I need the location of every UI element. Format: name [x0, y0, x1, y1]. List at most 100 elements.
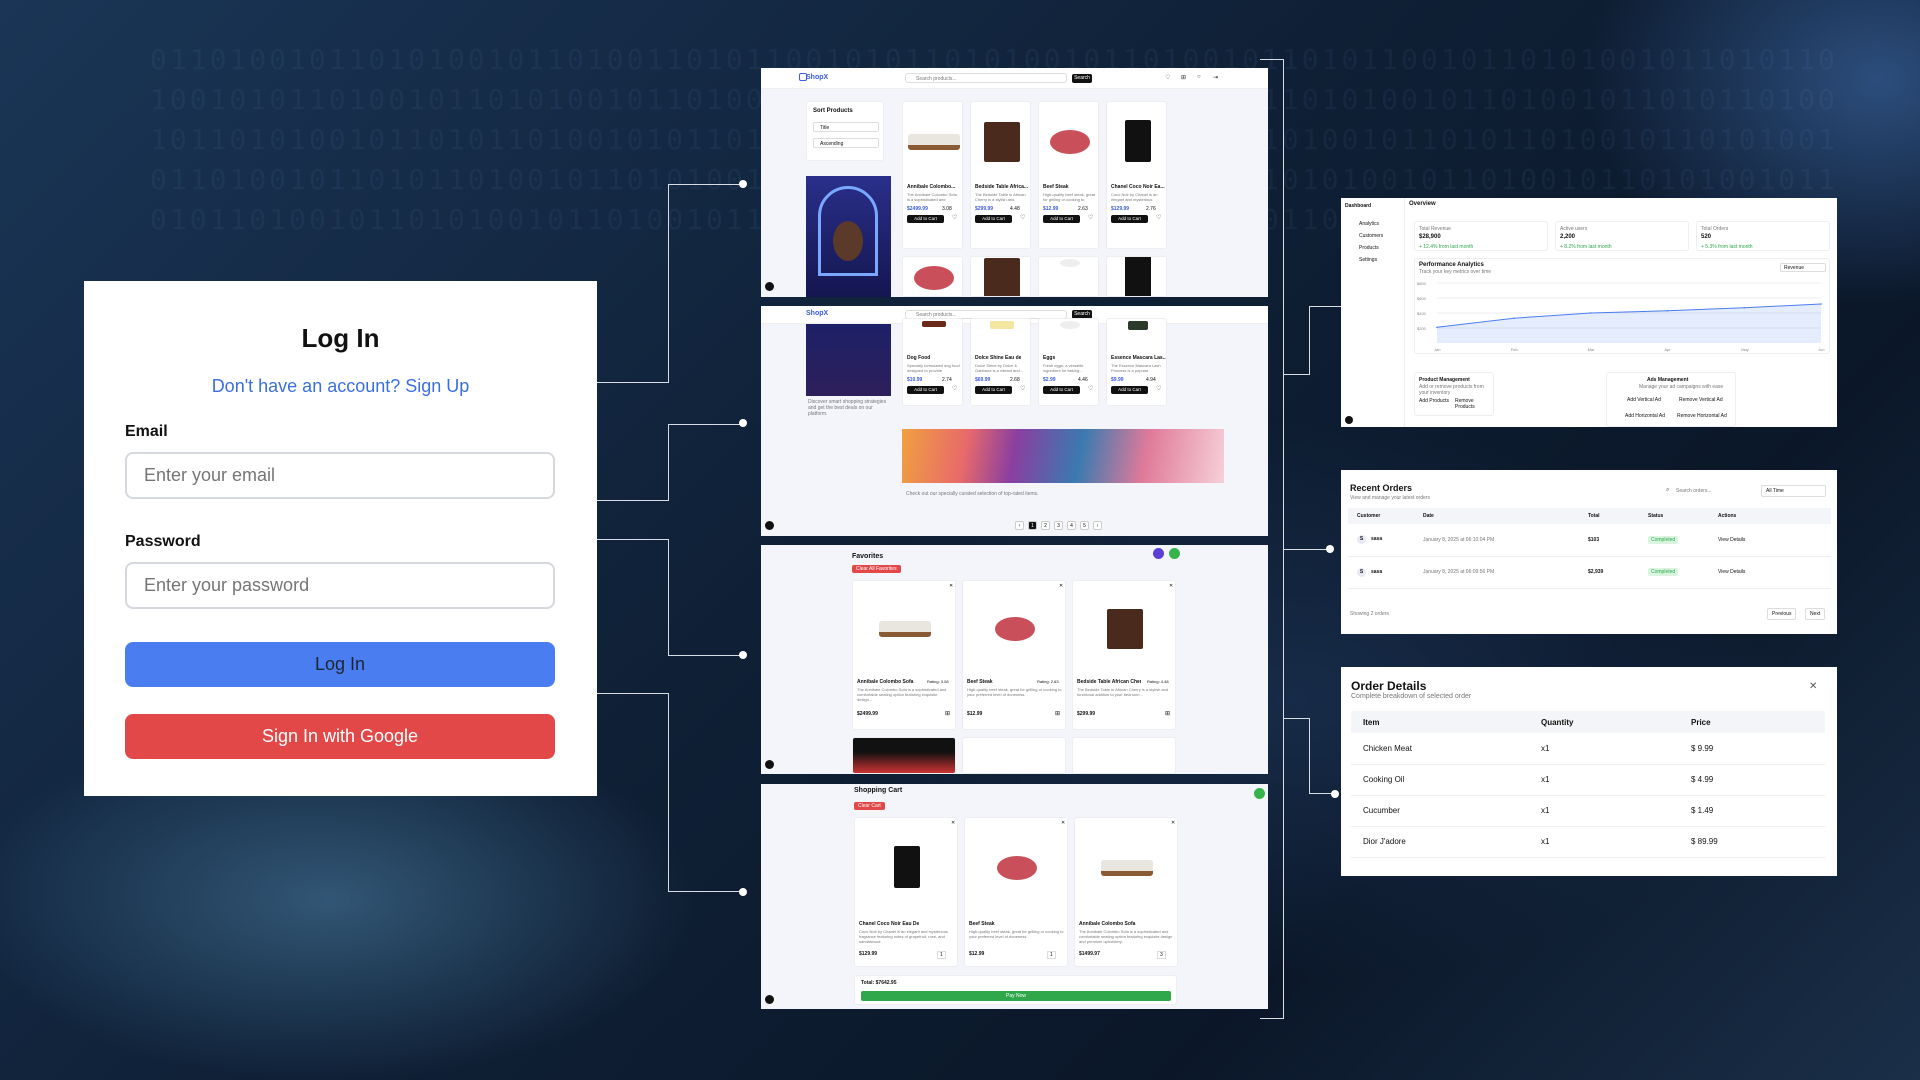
shop-brand[interactable]: ShopX: [806, 74, 828, 81]
close-icon[interactable]: ✕: [1809, 681, 1817, 692]
remove-favorite-icon[interactable]: ✕: [949, 583, 953, 589]
remove-favorite-icon[interactable]: ✕: [1059, 583, 1063, 589]
favorite-heart-icon[interactable]: ♡: [1020, 385, 1025, 392]
next-button[interactable]: Next: [1805, 608, 1826, 620]
user-icon[interactable]: ○: [1197, 74, 1201, 80]
add-to-cart-button[interactable]: Add to Cart: [1111, 215, 1148, 223]
add-to-cart-button[interactable]: Add to Cart: [907, 215, 944, 223]
favorite-heart-icon[interactable]: ♡: [1088, 214, 1093, 221]
page-3-button[interactable]: 3: [1054, 521, 1063, 530]
add-to-cart-button[interactable]: Add to Cart: [1043, 386, 1080, 394]
orders-title: Recent Orders: [1350, 483, 1413, 493]
cart-item-qty[interactable]: 3: [1157, 951, 1166, 959]
remove-products-button[interactable]: Remove Products: [1455, 398, 1493, 410]
add-vertical-ad-button[interactable]: Add Vertical Ad: [1627, 397, 1661, 403]
cart-item-desc: High-quality beef steak, great for grill…: [969, 929, 1064, 939]
remove-item-icon[interactable]: ✕: [1171, 820, 1175, 826]
remove-item-icon[interactable]: ✕: [951, 820, 955, 826]
cart-item-qty[interactable]: 1: [1047, 951, 1056, 959]
favorite-card[interactable]: ✕ Beef Steak Rating: 2.63 High-quality beef…: [962, 580, 1066, 730]
product-name: Annibale Colombo...: [907, 184, 956, 190]
remove-item-icon[interactable]: ✕: [1061, 820, 1065, 826]
col-customer: Customer: [1357, 513, 1381, 519]
shop-search-button[interactable]: Search: [1072, 74, 1092, 83]
customer-name: sasa: [1371, 568, 1383, 575]
shop-brand-2[interactable]: ShopX: [806, 310, 828, 317]
remove-vertical-ad-button[interactable]: Remove Vertical Ad: [1679, 397, 1723, 403]
heart-icon[interactable]: ♡: [1165, 74, 1170, 81]
clear-favorites-button[interactable]: Clear All Favorites: [852, 565, 901, 573]
sort-order-select[interactable]: Ascending: [813, 138, 879, 148]
page-2-button[interactable]: 2: [1041, 521, 1050, 530]
product-rating: 2.68: [1010, 377, 1020, 383]
password-field[interactable]: [125, 562, 555, 609]
orders-search-input[interactable]: Search orders...: [1666, 486, 1741, 497]
product-card[interactable]: Eggs Fresh eggs, a versatile ingredient f…: [1038, 318, 1099, 406]
logout-icon[interactable]: ⇥: [1213, 74, 1218, 81]
cart-item-price: $1499.97: [1079, 951, 1100, 957]
order-items-table: Item Quantity Price Chicken Meat x1 $ 9.99…: [1351, 711, 1825, 858]
table-row: Ssasa January 8, 2025 at 06:09:56 PM $2,…: [1348, 556, 1831, 588]
product-price: $69.99: [975, 377, 991, 383]
remove-favorite-icon[interactable]: ✕: [1169, 583, 1173, 589]
stat-card-users: Active users 2,200 + 8.2% from last mont…: [1555, 221, 1689, 251]
metric-select[interactable]: Revenue: [1780, 263, 1826, 272]
nav-products[interactable]: Products: [1359, 245, 1379, 251]
cart-icon[interactable]: ⊞: [1181, 74, 1186, 81]
add-to-cart-icon[interactable]: ⊞: [1165, 710, 1170, 717]
add-to-cart-icon[interactable]: ⊞: [945, 710, 950, 717]
cart-item-card: ✕ Annibale Colombo Sofa The Annibale Colom…: [1074, 817, 1178, 967]
stat-value: $28,900: [1419, 234, 1441, 240]
add-horizontal-ad-button[interactable]: Add Horizontal Ad: [1625, 413, 1665, 419]
nav-customers[interactable]: Customers: [1359, 233, 1383, 239]
email-field[interactable]: [125, 452, 555, 499]
product-card[interactable]: Annibale Colombo... The Annibale Colombo …: [902, 101, 963, 249]
shop-search-input[interactable]: Search products...: [905, 73, 1067, 83]
nav-settings[interactable]: Settings: [1359, 257, 1377, 263]
favorite-card[interactable]: ✕ Annibale Colombo Sofa Rating: 3.08 The An…: [852, 580, 956, 730]
product-card[interactable]: Beef Steak High-quality beef steak, great…: [1038, 101, 1099, 249]
favorite-card[interactable]: ✕ Bedside Table African Cherry Rating: 4.4…: [1072, 580, 1176, 730]
page-4-button[interactable]: 4: [1067, 521, 1076, 530]
product-desc: High-quality beef steak, great for grill…: [1043, 192, 1096, 202]
prev-page-button[interactable]: ‹: [1015, 521, 1024, 530]
previous-button[interactable]: Previous: [1767, 608, 1797, 620]
product-card[interactable]: Chanel Coco Noir Ea... Coco Noir by Chane…: [1106, 101, 1167, 249]
page-5-button[interactable]: 5: [1080, 521, 1089, 530]
add-to-cart-button[interactable]: Add to Cart: [975, 215, 1012, 223]
nav-analytics[interactable]: Analytics: [1359, 221, 1379, 227]
favorite-heart-icon[interactable]: ♡: [1088, 385, 1093, 392]
next-page-button[interactable]: ›: [1093, 521, 1102, 530]
order-details-screenshot: Order Details Complete breakdown of sele…: [1341, 667, 1837, 876]
favorite-heart-icon[interactable]: ♡: [952, 385, 957, 392]
add-to-cart-button[interactable]: Add to Cart: [1111, 386, 1148, 394]
pay-now-button[interactable]: Pay Now: [861, 991, 1171, 1001]
login-button[interactable]: Log In: [125, 642, 555, 687]
product-card[interactable]: Essence Mascara Las... The Essence Mascar…: [1106, 318, 1167, 406]
featured-banner: [902, 429, 1224, 483]
add-to-cart-button[interactable]: Add to Cart: [1043, 215, 1080, 223]
product-desc: The Essence Mascara Lash Princess is a p…: [1111, 363, 1161, 375]
product-card[interactable]: Dog Food Specially formulated dog food de…: [902, 318, 963, 406]
cart-item-qty[interactable]: 1: [937, 951, 946, 959]
google-signin-button[interactable]: Sign In with Google: [125, 714, 555, 759]
favorite-heart-icon[interactable]: ♡: [1020, 214, 1025, 221]
page-1-button[interactable]: 1: [1028, 521, 1037, 530]
remove-horizontal-ad-button[interactable]: Remove Horizontal Ad: [1677, 413, 1727, 419]
clear-cart-button[interactable]: Clear Cart: [854, 802, 885, 810]
col-price: Price: [1691, 717, 1711, 727]
favorite-heart-icon[interactable]: ♡: [952, 214, 957, 221]
add-to-cart-button[interactable]: Add to Cart: [975, 386, 1012, 394]
sort-by-select[interactable]: Title: [813, 122, 879, 132]
favorite-heart-icon[interactable]: ♡: [1156, 385, 1161, 392]
orders-filter-select[interactable]: All Time: [1761, 485, 1826, 497]
product-card[interactable]: Bedside Table Africa... The Bedside Table…: [970, 101, 1031, 249]
view-details-button[interactable]: View Details: [1718, 556, 1831, 588]
favorite-heart-icon[interactable]: ♡: [1156, 214, 1161, 221]
add-to-cart-button[interactable]: Add to Cart: [907, 386, 944, 394]
product-card[interactable]: Dolce Shine Eau de Dolce Shine by Dolce &…: [970, 318, 1031, 406]
add-to-cart-icon[interactable]: ⊞: [1055, 710, 1060, 717]
view-details-button[interactable]: View Details: [1718, 524, 1831, 556]
signup-link[interactable]: Don't have an account? Sign Up: [84, 376, 597, 397]
add-products-button[interactable]: Add Products: [1419, 398, 1449, 404]
